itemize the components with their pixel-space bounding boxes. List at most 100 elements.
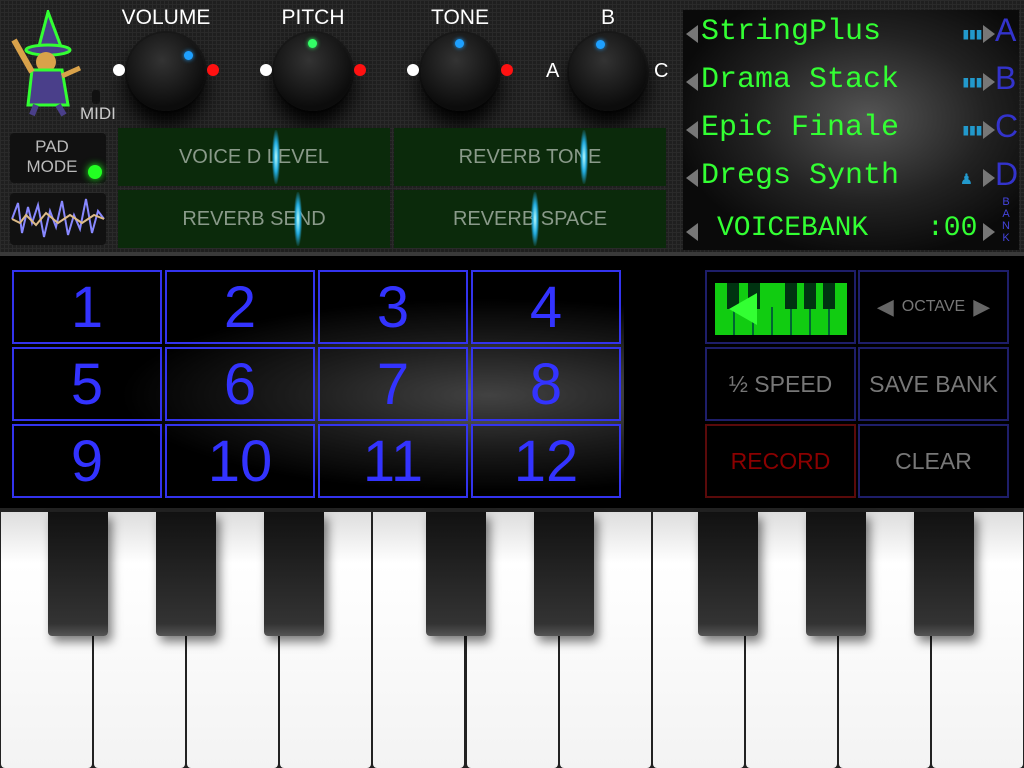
pad-grid: 1 2 3 4 5 6 7 8 9 10 11 12 — [12, 270, 624, 498]
midi-label: MIDI — [80, 104, 116, 123]
min-dot-icon — [113, 64, 125, 76]
voice-name: Epic Finale — [701, 111, 900, 145]
min-dot-icon — [407, 64, 419, 76]
clear-button[interactable]: CLEAR — [858, 424, 1009, 498]
volume-icon[interactable]: ▮▮▮ — [961, 120, 984, 140]
voice-name: Dregs Synth — [701, 159, 900, 193]
black-key[interactable] — [806, 512, 866, 636]
knob-label: B — [600, 6, 615, 29]
slider-label: REVERB SPACE — [452, 207, 608, 230]
voice-next-arrow-icon[interactable] — [983, 169, 995, 187]
pad-7[interactable]: 7 — [318, 347, 468, 421]
pad-6[interactable]: 6 — [165, 347, 315, 421]
wizard-logo-icon[interactable] — [8, 10, 86, 120]
max-dot-icon — [207, 64, 219, 76]
pad-8[interactable]: 8 — [471, 347, 621, 421]
pad-1[interactable]: 1 — [12, 270, 162, 344]
knob-right-label: C — [654, 60, 669, 82]
pad-4[interactable]: 4 — [471, 270, 621, 344]
slider-thumb[interactable] — [531, 192, 540, 246]
black-key[interactable] — [264, 512, 324, 636]
slider-reverb-space[interactable]: REVERB SPACE — [394, 190, 666, 248]
half-speed-button[interactable]: ½ SPEED — [705, 347, 856, 421]
knob-tone[interactable] — [421, 33, 499, 111]
black-key[interactable] — [426, 512, 486, 636]
slider-reverb-tone[interactable]: REVERB TONE — [394, 128, 666, 186]
voice-row[interactable]: StringPlus ▮▮▮ A — [683, 10, 1019, 58]
octave-up-icon[interactable]: ▶ — [973, 294, 990, 320]
slider-thumb[interactable] — [271, 130, 280, 184]
max-dot-icon — [354, 64, 366, 76]
voice-slot-label: C — [995, 108, 1019, 144]
slider-voice-d-level[interactable]: VOICE D LEVEL — [118, 128, 390, 186]
knob-indicator-icon — [183, 50, 193, 60]
voice-next-arrow-icon[interactable] — [983, 25, 995, 43]
voicebank-number: :00 — [927, 213, 978, 244]
pad-2[interactable]: 2 — [165, 270, 315, 344]
voice-name: Drama Stack — [701, 63, 900, 97]
pad-5[interactable]: 5 — [12, 347, 162, 421]
keyboard-arrow-icon — [714, 283, 847, 335]
voice-prev-arrow-icon[interactable] — [686, 73, 698, 91]
voice-slot-label: A — [995, 12, 1017, 48]
knob-label: PITCH — [281, 6, 345, 29]
knob-indicator-icon — [455, 39, 464, 48]
octave-control: ◀ OCTAVE ▶ — [858, 270, 1009, 344]
bank-label: BANK — [1002, 196, 1010, 244]
voice-name: StringPlus — [701, 15, 882, 49]
voicebank-label: VOICEBANK — [717, 213, 869, 244]
pad-mode-button[interactable]: PAD MODE — [10, 133, 106, 183]
knob-indicator-icon — [596, 39, 606, 49]
pad-11[interactable]: 11 — [318, 424, 468, 498]
voicebank-next-arrow-icon[interactable] — [983, 223, 995, 241]
knob-label: VOLUME — [121, 6, 211, 29]
voice-display: StringPlus ▮▮▮ A Drama Stack ▮▮▮ B Epic … — [683, 10, 1019, 250]
control-panel: MIDI VOLUME PITCH TONE B A C PAD MODE VOICE D… — [0, 0, 1024, 256]
voice-slot-label: D — [995, 156, 1019, 192]
pad-9[interactable]: 9 — [12, 424, 162, 498]
black-key[interactable] — [48, 512, 108, 636]
record-button[interactable]: RECORD — [705, 424, 856, 498]
knob-left-label: A — [546, 60, 560, 82]
voicebank-prev-arrow-icon[interactable] — [686, 223, 698, 241]
voicebank-row: VOICEBANK :00 — [683, 208, 1019, 256]
voice-prev-arrow-icon[interactable] — [686, 121, 698, 139]
piano-keyboard — [0, 508, 1024, 768]
knob-label: TONE — [431, 6, 489, 29]
voice-next-arrow-icon[interactable] — [983, 121, 995, 139]
black-key[interactable] — [698, 512, 758, 636]
octave-label: OCTAVE — [901, 298, 966, 315]
pad-mode-label: PAD — [35, 137, 69, 156]
pad-12[interactable]: 12 — [471, 424, 621, 498]
slider-label: REVERB SEND — [182, 207, 326, 230]
black-key[interactable] — [156, 512, 216, 636]
slider-reverb-send[interactable]: REVERB SEND — [118, 190, 390, 248]
keyboard-toggle-button[interactable] — [705, 270, 856, 344]
max-dot-icon — [501, 64, 513, 76]
pad-3[interactable]: 3 — [318, 270, 468, 344]
slider-label: VOICE D LEVEL — [178, 145, 330, 168]
voice-next-arrow-icon[interactable] — [983, 73, 995, 91]
black-key[interactable] — [534, 512, 594, 636]
black-key[interactable] — [914, 512, 974, 636]
voice-prev-arrow-icon[interactable] — [686, 169, 698, 187]
pad-10[interactable]: 10 — [165, 424, 315, 498]
knob-volume[interactable] — [127, 33, 205, 111]
volume-icon[interactable]: ▮▮▮ — [961, 72, 984, 92]
waveform-icon[interactable] — [10, 193, 106, 245]
voice-prev-arrow-icon[interactable] — [686, 25, 698, 43]
knob-b[interactable] — [569, 33, 647, 111]
wizard-icon[interactable]: ♟ — [961, 168, 972, 190]
pad-mode-led-icon — [88, 165, 102, 179]
voice-row[interactable]: Dregs Synth ♟ D — [683, 154, 1019, 202]
volume-icon[interactable]: ▮▮▮ — [961, 24, 984, 44]
voice-row[interactable]: Epic Finale ▮▮▮ C — [683, 106, 1019, 154]
save-bank-button[interactable]: SAVE BANK — [858, 347, 1009, 421]
knob-pitch[interactable] — [274, 33, 352, 111]
midi-switch[interactable] — [92, 90, 100, 104]
slider-thumb[interactable] — [293, 192, 302, 246]
voice-row[interactable]: Drama Stack ▮▮▮ B — [683, 58, 1019, 106]
knob-indicator-icon — [308, 39, 317, 48]
octave-down-icon[interactable]: ◀ — [877, 294, 894, 320]
slider-thumb[interactable] — [580, 130, 589, 184]
